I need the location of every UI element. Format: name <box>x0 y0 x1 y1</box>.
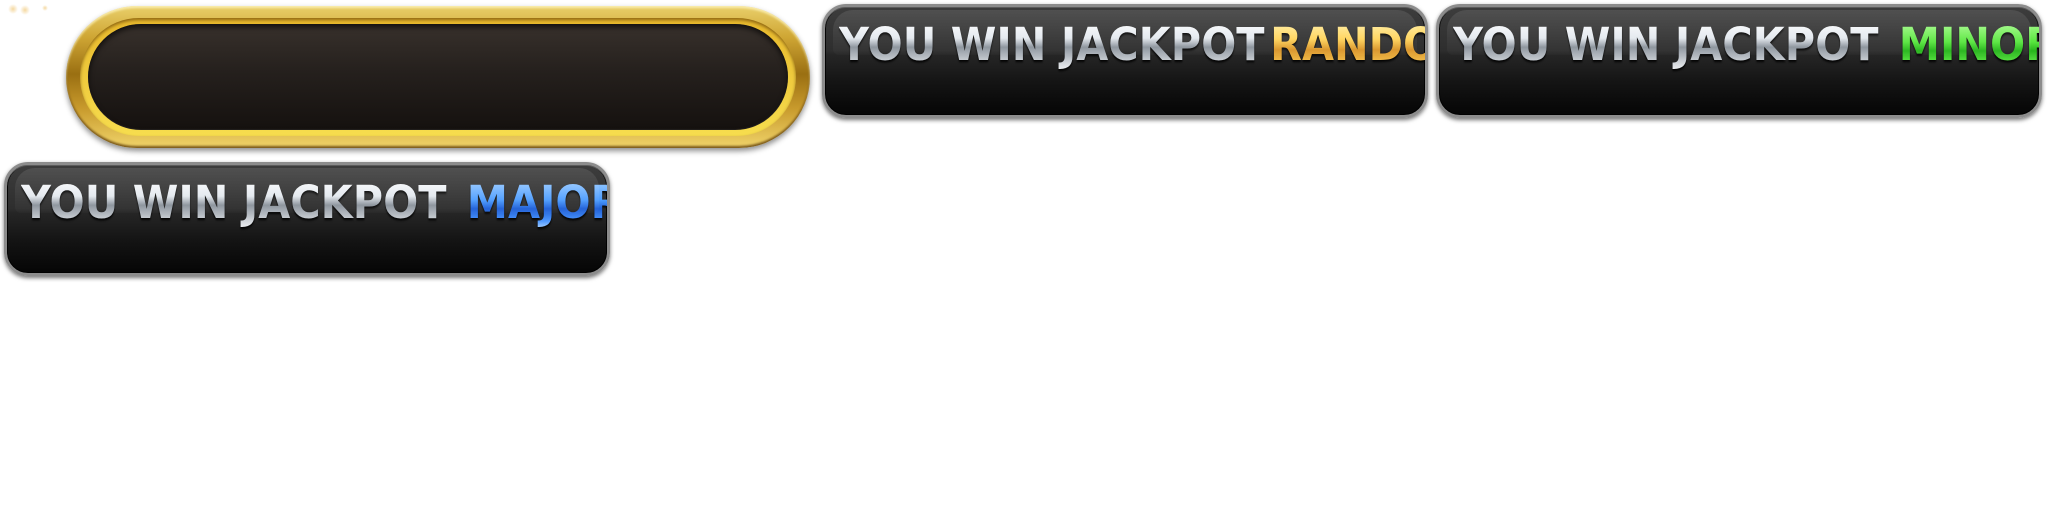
sparkle-decoration <box>42 5 48 11</box>
banner-text: YOU WIN JACKPOTRANDOM <box>839 17 1425 73</box>
gold-frame-display-area <box>88 24 788 130</box>
banner-lead-text: YOU WIN JACKPOT <box>839 18 1265 71</box>
jackpot-tier-label: MINOR <box>1899 18 2039 71</box>
jackpot-tier-label: MAJOR <box>467 176 607 229</box>
banner-text: YOU WIN JACKPOT MAJOR <box>21 175 607 231</box>
jackpot-banner-minor: YOU WIN JACKPOT MINOR <box>1436 4 2042 118</box>
sparkle-decoration <box>8 4 18 14</box>
banner-lead-text: YOU WIN JACKPOT <box>1453 18 1879 71</box>
banner-text: YOU WIN JACKPOT MINOR <box>1453 17 2039 73</box>
empty-gold-frame <box>66 6 810 148</box>
jackpot-banner-random: YOU WIN JACKPOTRANDOM <box>822 4 1428 118</box>
jackpot-banner-major: YOU WIN JACKPOT MAJOR <box>4 162 610 276</box>
sparkle-decoration <box>20 5 30 15</box>
banner-lead-text: YOU WIN JACKPOT <box>21 176 447 229</box>
jackpot-tier-label: RANDOM <box>1270 18 1425 71</box>
